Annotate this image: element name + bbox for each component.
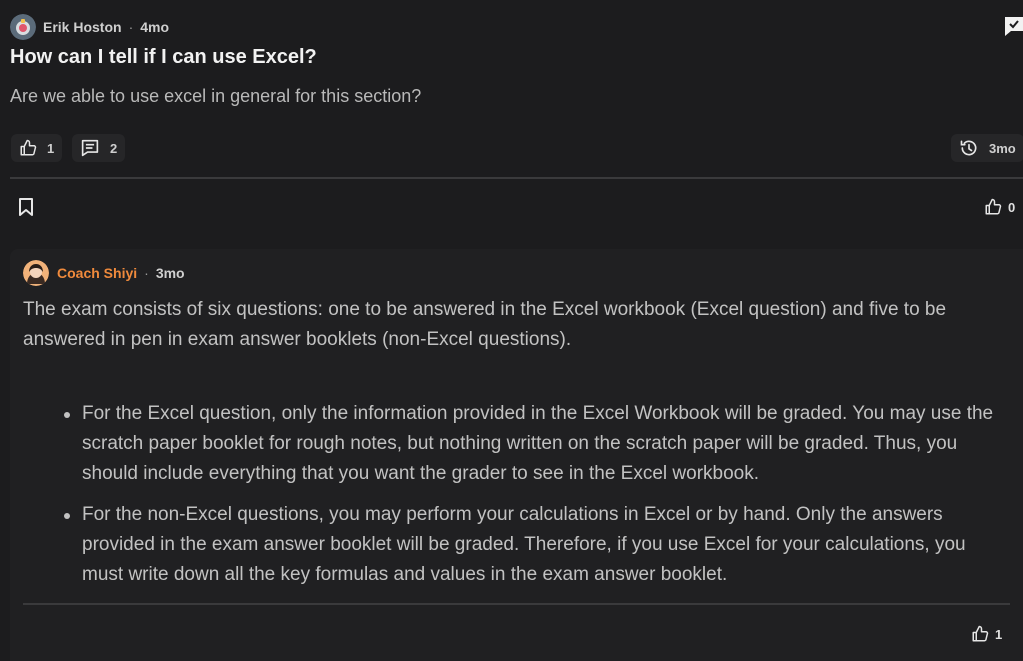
answer-like-button[interactable]: 1 <box>971 625 1002 643</box>
list-item: For the Excel question, only the informa… <box>64 399 1007 489</box>
thumbs-up-icon <box>985 198 1002 215</box>
question-post: Erik Hoston · 4mo How can I tell if I ca… <box>0 0 1023 238</box>
like-button[interactable]: 1 <box>11 134 63 162</box>
history-button[interactable]: 3mo <box>951 134 1023 162</box>
history-icon <box>960 140 977 156</box>
question-title: How can I tell if I can use Excel? <box>10 46 317 68</box>
divider <box>23 603 1010 605</box>
comment-button[interactable]: 2 <box>72 134 126 162</box>
bookmark-icon <box>19 198 33 216</box>
question-body: Are we able to use excel in general for … <box>10 86 422 106</box>
comment-icon <box>81 139 99 157</box>
coach-avatar[interactable] <box>23 260 49 286</box>
avatar[interactable] <box>10 14 36 40</box>
comment-count: 2 <box>110 140 118 156</box>
divider <box>10 177 1023 179</box>
answer-bullet-list: For the Excel question, only the informa… <box>64 399 1007 601</box>
upvote-button[interactable]: 0 <box>984 198 1015 216</box>
answer-author[interactable]: Coach Shiyi <box>57 265 137 281</box>
answer-card: Coach Shiyi · 3mo The exam consists of s… <box>10 249 1023 661</box>
answer-paragraph: The exam consists of six questions: one … <box>23 299 947 350</box>
meta-separator: · <box>144 265 149 281</box>
thumbs-up-icon <box>972 625 989 642</box>
answer-time: 3mo <box>155 265 185 281</box>
upvote-count: 0 <box>1008 199 1016 215</box>
bookmark-button[interactable] <box>17 197 35 217</box>
answer-like-count: 1 <box>995 626 1003 642</box>
thumbs-up-icon <box>20 139 37 156</box>
history-time: 3mo <box>989 140 1016 156</box>
question-time: 4mo <box>140 19 170 35</box>
meta-separator: · <box>128 19 134 35</box>
chat-check-icon[interactable] <box>1001 14 1023 38</box>
list-item: For the non-Excel questions, you may per… <box>64 500 1007 590</box>
question-meta: Erik Hoston · 4mo <box>10 14 169 40</box>
answer-meta: Coach Shiyi · 3mo <box>23 260 185 286</box>
like-count: 1 <box>47 140 55 156</box>
question-author[interactable]: Erik Hoston <box>43 19 122 35</box>
